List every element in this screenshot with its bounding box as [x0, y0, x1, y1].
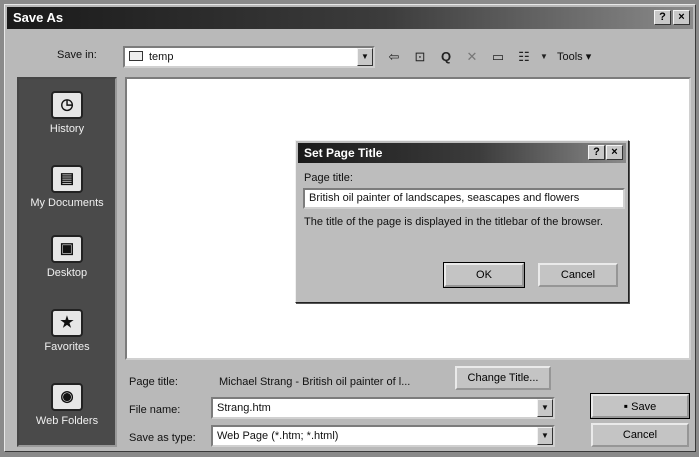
- close-button[interactable]: ×: [673, 10, 690, 25]
- cancel-button[interactable]: Cancel: [591, 423, 689, 447]
- set-page-title-dialog: Set Page Title ? × Page title: British o…: [295, 140, 629, 303]
- help-button[interactable]: ?: [588, 145, 605, 160]
- views-icon[interactable]: ☷: [513, 47, 535, 67]
- dialog-title-bar[interactable]: Set Page Title ? ×: [298, 143, 626, 163]
- my-documents-icon: ▤: [51, 165, 83, 193]
- window-title: Save As: [13, 10, 64, 25]
- search-web-icon[interactable]: Q: [435, 47, 457, 67]
- tools-menu-label: Tools: [557, 51, 583, 63]
- chevron-down-icon[interactable]: ▼: [537, 399, 553, 417]
- places-item-my-documents[interactable]: ▤ My Documents: [19, 159, 115, 223]
- save-as-type-value: Web Page (*.htm; *.html): [217, 430, 339, 442]
- folder-icon: [129, 51, 143, 61]
- save-in-value: temp: [149, 51, 174, 63]
- page-title-value: Michael Strang - British oil painter of …: [219, 376, 411, 388]
- save-in-dropdown[interactable]: temp ▼: [123, 46, 375, 68]
- places-item-label: History: [49, 123, 85, 135]
- save-as-dialog: Save As ? × Save in: temp ▼ ⇦ ⊡ Q ✕ ▭ ☷ …: [4, 4, 696, 452]
- places-item-label: Desktop: [46, 267, 88, 279]
- file-name-input[interactable]: Strang.htm ▼: [211, 397, 555, 419]
- desktop-icon: ▣: [51, 235, 83, 263]
- places-item-web-folders[interactable]: ◉ Web Folders: [19, 377, 115, 441]
- places-item-desktop[interactable]: ▣ Desktop: [19, 229, 115, 293]
- dialog-description: The title of the page is displayed in th…: [304, 216, 604, 228]
- save-button-label: Save: [631, 401, 657, 413]
- ok-button[interactable]: OK: [443, 262, 525, 288]
- views-dropdown-icon[interactable]: ▼: [539, 47, 549, 67]
- places-item-favorites[interactable]: ★ Favorites: [19, 303, 115, 367]
- favorites-icon: ★: [51, 309, 83, 337]
- web-folders-icon: ◉: [51, 383, 83, 411]
- page-title-input[interactable]: British oil painter of landscapes, seasc…: [303, 188, 625, 209]
- save-in-label: Save in:: [57, 49, 97, 61]
- history-icon: ◷: [51, 91, 83, 119]
- places-item-label: Web Folders: [35, 415, 99, 427]
- change-title-button[interactable]: Change Title...: [455, 366, 551, 390]
- chevron-down-icon[interactable]: ▼: [537, 427, 553, 445]
- title-bar[interactable]: Save As ? ×: [7, 7, 693, 29]
- places-item-label: My Documents: [30, 197, 104, 209]
- toolbar: ⇦ ⊡ Q ✕ ▭ ☷ ▼ Tools ▾: [383, 45, 595, 69]
- new-folder-icon[interactable]: ▭: [487, 47, 509, 67]
- dialog-cancel-button[interactable]: Cancel: [538, 263, 618, 287]
- places-bar: ◷ History ▤ My Documents ▣ Desktop ★ Fav…: [17, 77, 117, 447]
- save-button[interactable]: ▪ Save: [590, 393, 690, 419]
- places-item-label: Favorites: [44, 341, 90, 353]
- save-as-type-dropdown[interactable]: Web Page (*.htm; *.html) ▼: [211, 425, 555, 447]
- file-name-value: Strang.htm: [217, 402, 271, 414]
- up-folder-icon[interactable]: ⊡: [409, 47, 431, 67]
- help-button[interactable]: ?: [654, 10, 671, 25]
- page-title-field-label: Page title:: [304, 172, 353, 184]
- save-as-type-label: Save as type:: [129, 432, 196, 444]
- file-name-label: File name:: [129, 404, 181, 416]
- tools-menu[interactable]: Tools ▾: [553, 47, 595, 67]
- delete-icon[interactable]: ✕: [461, 47, 483, 67]
- places-item-history[interactable]: ◷ History: [19, 85, 115, 149]
- page-title-label: Page title:: [129, 376, 178, 388]
- chevron-down-icon[interactable]: ▼: [357, 48, 373, 66]
- back-arrow-icon[interactable]: ⇦: [383, 47, 405, 67]
- close-button[interactable]: ×: [606, 145, 623, 160]
- dialog-title: Set Page Title: [304, 146, 383, 160]
- save-disk-icon: ▪: [623, 399, 629, 413]
